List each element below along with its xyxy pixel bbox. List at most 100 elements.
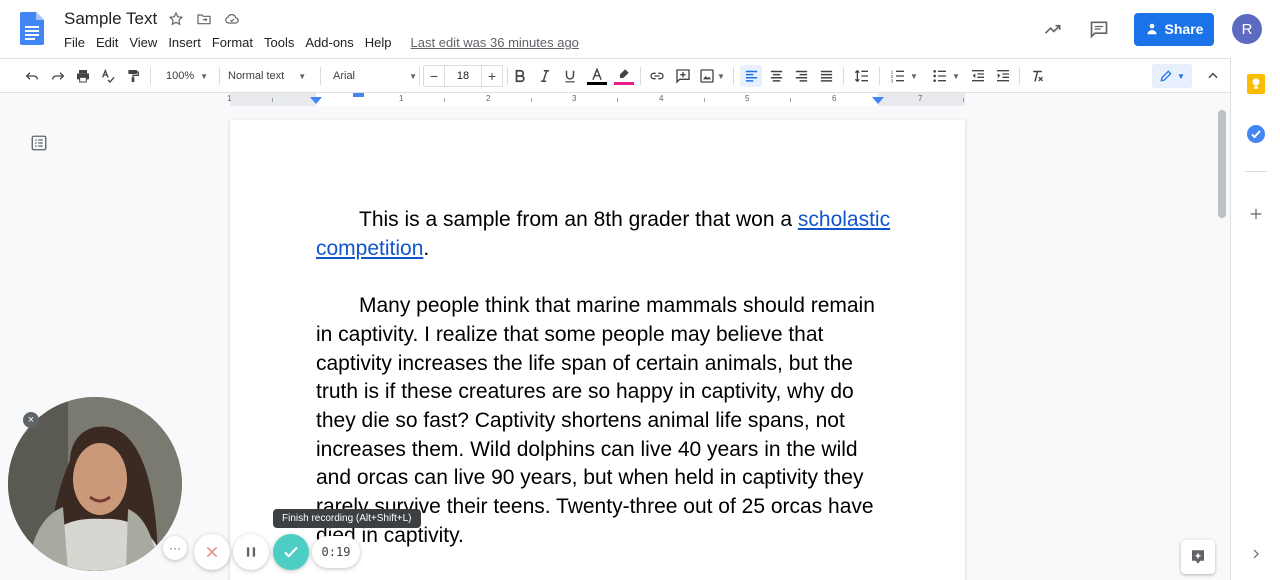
vertical-scrollbar[interactable] bbox=[1218, 110, 1226, 218]
style-select[interactable]: Normal text ▼ bbox=[228, 65, 314, 87]
cloud-status-icon[interactable] bbox=[223, 10, 241, 28]
side-panel bbox=[1230, 58, 1280, 580]
pause-recording-button[interactable] bbox=[233, 534, 269, 570]
ruler-label: 7 bbox=[918, 94, 923, 103]
caret-down-icon: ▼ bbox=[1177, 71, 1185, 81]
spellcheck-icon[interactable] bbox=[98, 65, 118, 87]
ruler-tick bbox=[963, 98, 964, 102]
menu-view[interactable]: View bbox=[129, 35, 157, 50]
move-folder-icon[interactable] bbox=[195, 10, 213, 28]
menu-edit[interactable]: Edit bbox=[96, 35, 118, 50]
finish-recording-button[interactable] bbox=[273, 534, 309, 570]
pause-icon bbox=[246, 547, 256, 557]
style-value: Normal text bbox=[228, 70, 285, 82]
last-edit-link[interactable]: Last edit was 36 minutes ago bbox=[411, 35, 579, 50]
header-actions: Share R bbox=[1036, 12, 1262, 46]
toolbar-divider bbox=[640, 67, 641, 85]
add-addon-icon[interactable] bbox=[1246, 204, 1266, 224]
document-outline-icon[interactable] bbox=[30, 134, 48, 157]
menu-file[interactable]: File bbox=[64, 35, 85, 50]
editing-mode-button[interactable]: ▼ bbox=[1152, 64, 1192, 88]
menu-addons[interactable]: Add-ons bbox=[305, 35, 353, 50]
ruler-tick bbox=[704, 98, 705, 102]
share-label: Share bbox=[1164, 21, 1204, 37]
insert-link-icon[interactable] bbox=[647, 65, 667, 87]
title-row: Sample Text bbox=[64, 9, 241, 29]
ruler-label: 4 bbox=[659, 94, 664, 103]
close-icon bbox=[206, 546, 218, 558]
decrease-font-size-button[interactable]: − bbox=[424, 66, 444, 86]
ruler-tick bbox=[531, 98, 532, 102]
explore-button[interactable] bbox=[1181, 540, 1215, 574]
line-spacing-icon[interactable] bbox=[851, 65, 873, 87]
collapse-toolbar-icon[interactable] bbox=[1203, 65, 1223, 87]
finish-recording-tooltip: Finish recording (Alt+Shift+L) bbox=[273, 509, 421, 528]
align-left-icon[interactable] bbox=[740, 65, 762, 87]
menu-help[interactable]: Help bbox=[365, 35, 392, 50]
redo-icon[interactable] bbox=[48, 65, 68, 87]
justify-icon[interactable] bbox=[816, 65, 836, 87]
toolbar-divider bbox=[507, 67, 508, 85]
align-right-icon[interactable] bbox=[791, 65, 811, 87]
right-indent-marker[interactable] bbox=[872, 97, 884, 104]
paragraph-text: This is a sample from an 8th grader that… bbox=[359, 208, 798, 231]
svg-text:3: 3 bbox=[891, 79, 894, 84]
toolbar-divider bbox=[320, 67, 321, 85]
keep-icon[interactable] bbox=[1246, 74, 1266, 94]
undo-icon[interactable] bbox=[22, 65, 42, 87]
italic-icon[interactable] bbox=[535, 65, 555, 87]
font-size-input[interactable]: 18 bbox=[444, 66, 482, 86]
cancel-recording-button[interactable] bbox=[194, 534, 230, 570]
bulleted-list-icon[interactable]: ▼ bbox=[928, 65, 964, 87]
close-webcam-button[interactable]: × bbox=[23, 412, 39, 428]
caret-down-icon: ▼ bbox=[717, 71, 725, 81]
add-comment-icon[interactable] bbox=[673, 65, 693, 87]
bold-icon[interactable] bbox=[510, 65, 530, 87]
ruler-label: 5 bbox=[745, 94, 750, 103]
ruler-label: 2 bbox=[486, 94, 491, 103]
more-options-button[interactable]: ··· bbox=[163, 536, 187, 560]
highlight-color-swatch bbox=[614, 81, 634, 85]
font-size-stepper: − 18 + bbox=[423, 65, 503, 87]
highlight-color-icon[interactable] bbox=[613, 65, 635, 87]
numbered-list-icon[interactable]: 1 2 3 ▼ bbox=[886, 65, 922, 87]
tasks-icon[interactable] bbox=[1246, 124, 1266, 144]
explore-icon bbox=[1192, 550, 1204, 564]
font-value: Arial bbox=[333, 70, 356, 82]
first-line-indent-marker[interactable] bbox=[353, 93, 364, 99]
menu-insert[interactable]: Insert bbox=[168, 35, 201, 50]
increase-font-size-button[interactable]: + bbox=[482, 66, 502, 86]
insert-image-icon[interactable]: ▼ bbox=[698, 65, 726, 87]
zoom-select[interactable]: 100% ▼ bbox=[160, 65, 214, 87]
caret-down-icon: ▼ bbox=[409, 71, 417, 81]
comments-icon[interactable] bbox=[1082, 12, 1116, 46]
share-button[interactable]: Share bbox=[1134, 12, 1214, 46]
activity-trend-icon[interactable] bbox=[1036, 12, 1070, 46]
ruler-label: 3 bbox=[572, 94, 577, 103]
increase-indent-icon[interactable] bbox=[993, 65, 1013, 87]
paragraph: This is a sample from an 8th grader that… bbox=[316, 206, 896, 263]
menu-format[interactable]: Format bbox=[212, 35, 253, 50]
text-color-icon[interactable] bbox=[586, 65, 608, 87]
caret-down-icon: ▼ bbox=[910, 71, 918, 81]
align-center-icon[interactable] bbox=[766, 65, 786, 87]
doc-title[interactable]: Sample Text bbox=[64, 9, 157, 29]
underline-icon[interactable] bbox=[560, 65, 580, 87]
lock-person-icon bbox=[1146, 23, 1157, 35]
app-root: Sample Text File Edit View Insert Format… bbox=[0, 0, 1280, 580]
star-icon[interactable] bbox=[167, 10, 185, 28]
paint-format-icon[interactable] bbox=[123, 65, 143, 87]
expand-panel-icon[interactable] bbox=[1246, 544, 1266, 564]
clear-formatting-icon[interactable] bbox=[1027, 65, 1047, 87]
toolbar-divider bbox=[733, 67, 734, 85]
left-indent-marker[interactable] bbox=[310, 97, 322, 104]
decrease-indent-icon[interactable] bbox=[968, 65, 988, 87]
avatar[interactable]: R bbox=[1232, 14, 1262, 44]
font-select[interactable]: Arial ▼ bbox=[333, 65, 417, 87]
ruler-track bbox=[230, 93, 965, 106]
print-icon[interactable] bbox=[73, 65, 93, 87]
docs-logo-icon[interactable] bbox=[20, 12, 44, 45]
toolbar-divider bbox=[150, 67, 151, 85]
toolbar-divider bbox=[1019, 67, 1020, 85]
menu-tools[interactable]: Tools bbox=[264, 35, 294, 50]
